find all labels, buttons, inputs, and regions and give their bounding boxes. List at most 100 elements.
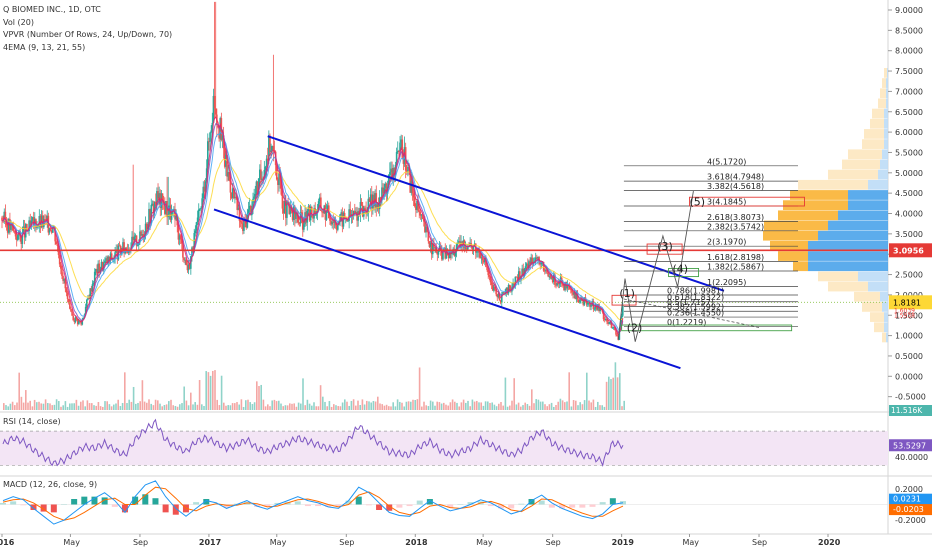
volume-bar-up <box>209 375 212 410</box>
price-tick-label: 0.0000 <box>895 372 923 381</box>
ema-label[interactable]: 4EMA (9, 13, 21, 55) <box>3 42 172 55</box>
volume-bar-down <box>443 402 445 410</box>
volume-bar-up <box>220 375 223 410</box>
volume-bar-up <box>597 401 599 410</box>
volume-bar-down <box>102 406 104 410</box>
volume-bar-up <box>542 401 544 410</box>
volume-bar-up <box>506 406 509 410</box>
time-tick-label: 2019 <box>612 538 635 547</box>
volume-bar-up <box>526 404 529 410</box>
volume-bar-up <box>159 403 161 410</box>
volume-bar-down <box>592 399 595 410</box>
fib-target-box <box>621 324 793 332</box>
volume-bar-down <box>304 405 306 410</box>
candle-body <box>179 235 182 239</box>
volume-bar-up <box>372 400 375 410</box>
vol-label[interactable]: Vol (20) <box>3 17 172 30</box>
volume-bar-down <box>154 399 157 410</box>
rsi-tick-label: 40.0000 <box>895 453 928 462</box>
volume-bar-down <box>524 402 526 410</box>
macd-hist-down <box>315 504 322 507</box>
volume-bar-down <box>143 401 146 410</box>
vpvr-bar-up <box>884 312 888 322</box>
volume-bar-down <box>416 399 419 410</box>
volume-bar-up <box>58 401 60 410</box>
volume-bar-down <box>18 372 20 410</box>
volume-bar-down <box>16 402 18 410</box>
vpvr-bar-down <box>783 200 848 211</box>
vpvr-bar-down <box>870 312 884 322</box>
candle-body <box>549 275 552 278</box>
macd-hist-down <box>20 504 27 506</box>
volume-bar-down <box>295 406 298 410</box>
volume-bar-up <box>93 405 95 410</box>
channel-lower-line <box>213 208 681 370</box>
candle-body <box>490 282 493 285</box>
volume-bar-up <box>278 400 280 410</box>
vpvr-label[interactable]: VPVR (Number Of Rows, 24, Up/Down, 70) <box>3 29 172 42</box>
volume-bar-up <box>253 402 256 410</box>
volume-bar-up <box>179 404 181 410</box>
macd-hist-up <box>609 498 616 505</box>
volume-bar-down <box>117 399 119 410</box>
volume-bar-up <box>370 402 372 410</box>
volume-bar-down <box>293 403 295 410</box>
volume-bar-up <box>5 405 7 410</box>
vpvr-bar-up <box>884 108 888 119</box>
volume-bar-down <box>575 400 577 410</box>
volume-bar-down <box>172 405 174 410</box>
volume-bar-down <box>330 406 333 410</box>
volume-bar-down <box>388 406 390 410</box>
chart-stage[interactable]: 9.0000 8.5000 8.0000 7.5000 7.0000 6.5000 6.00… <box>0 0 932 550</box>
chart-svg[interactable]: 9.0000 8.5000 8.0000 7.5000 7.0000 6.5000 6.00… <box>0 0 932 550</box>
volume-bar-down <box>528 405 531 410</box>
volume-bar-down <box>339 406 342 410</box>
vpvr-bar-up <box>887 67 888 78</box>
symbol-title[interactable]: Q BIOMED INC., 1D, OTC <box>3 4 172 17</box>
macd-hist-down <box>365 504 372 506</box>
volume-bar-up <box>522 405 524 410</box>
fib-level-label: 0(1.2219) <box>667 318 706 327</box>
volume-bar-up <box>465 402 467 410</box>
macd-hist-up <box>0 502 6 505</box>
macd-label[interactable]: MACD (12, 26, close, 9) <box>3 480 97 489</box>
macd-hist-down <box>304 504 311 507</box>
volume-bar-down <box>425 405 427 410</box>
vpvr-bar-up <box>884 139 888 149</box>
volume-bar-down <box>319 385 322 410</box>
price-tick-label: 5.5000 <box>895 148 923 157</box>
volume-bar-up <box>251 404 254 410</box>
volume-bar-down <box>383 405 386 410</box>
volume-bar-up <box>495 406 498 410</box>
rsi-label[interactable]: RSI (14, close) <box>3 417 61 426</box>
volume-bar-down <box>256 381 258 410</box>
volume-bar-up <box>64 401 67 410</box>
volume-bar-down <box>533 403 535 410</box>
candle-body <box>56 244 59 247</box>
volume-bar-up <box>586 372 588 410</box>
volume-bar-down <box>517 402 520 410</box>
price-tick-label: 2.5000 <box>895 271 923 280</box>
volume-bar-down <box>216 399 218 410</box>
candle-body <box>329 218 331 221</box>
vpvr-bar-up <box>808 240 888 251</box>
volume-bar-down <box>449 402 452 410</box>
macd-hist-down <box>569 504 576 508</box>
volume-bar-down <box>223 402 225 410</box>
volume-bar-down <box>473 401 476 410</box>
volume-bar-down <box>231 403 234 410</box>
volume-bar-down <box>40 403 42 410</box>
fib-level-label: 2.618(3.8073) <box>707 213 764 222</box>
volume-bar-down <box>451 399 454 410</box>
fib-level-label: 2.382(3.5742) <box>707 222 764 231</box>
macd-hist-down <box>548 504 555 508</box>
macd-hist-up <box>142 494 149 505</box>
volume-bar-down <box>489 402 491 410</box>
volume-bar-down <box>548 404 551 410</box>
rsi-value-label: 53.5297 <box>893 441 926 450</box>
volume-bar-up <box>550 402 553 410</box>
volume-bar-down <box>621 406 623 410</box>
volume-bar-down <box>513 378 515 410</box>
volume-bars <box>3 362 625 410</box>
macd-hist-up <box>355 496 362 505</box>
